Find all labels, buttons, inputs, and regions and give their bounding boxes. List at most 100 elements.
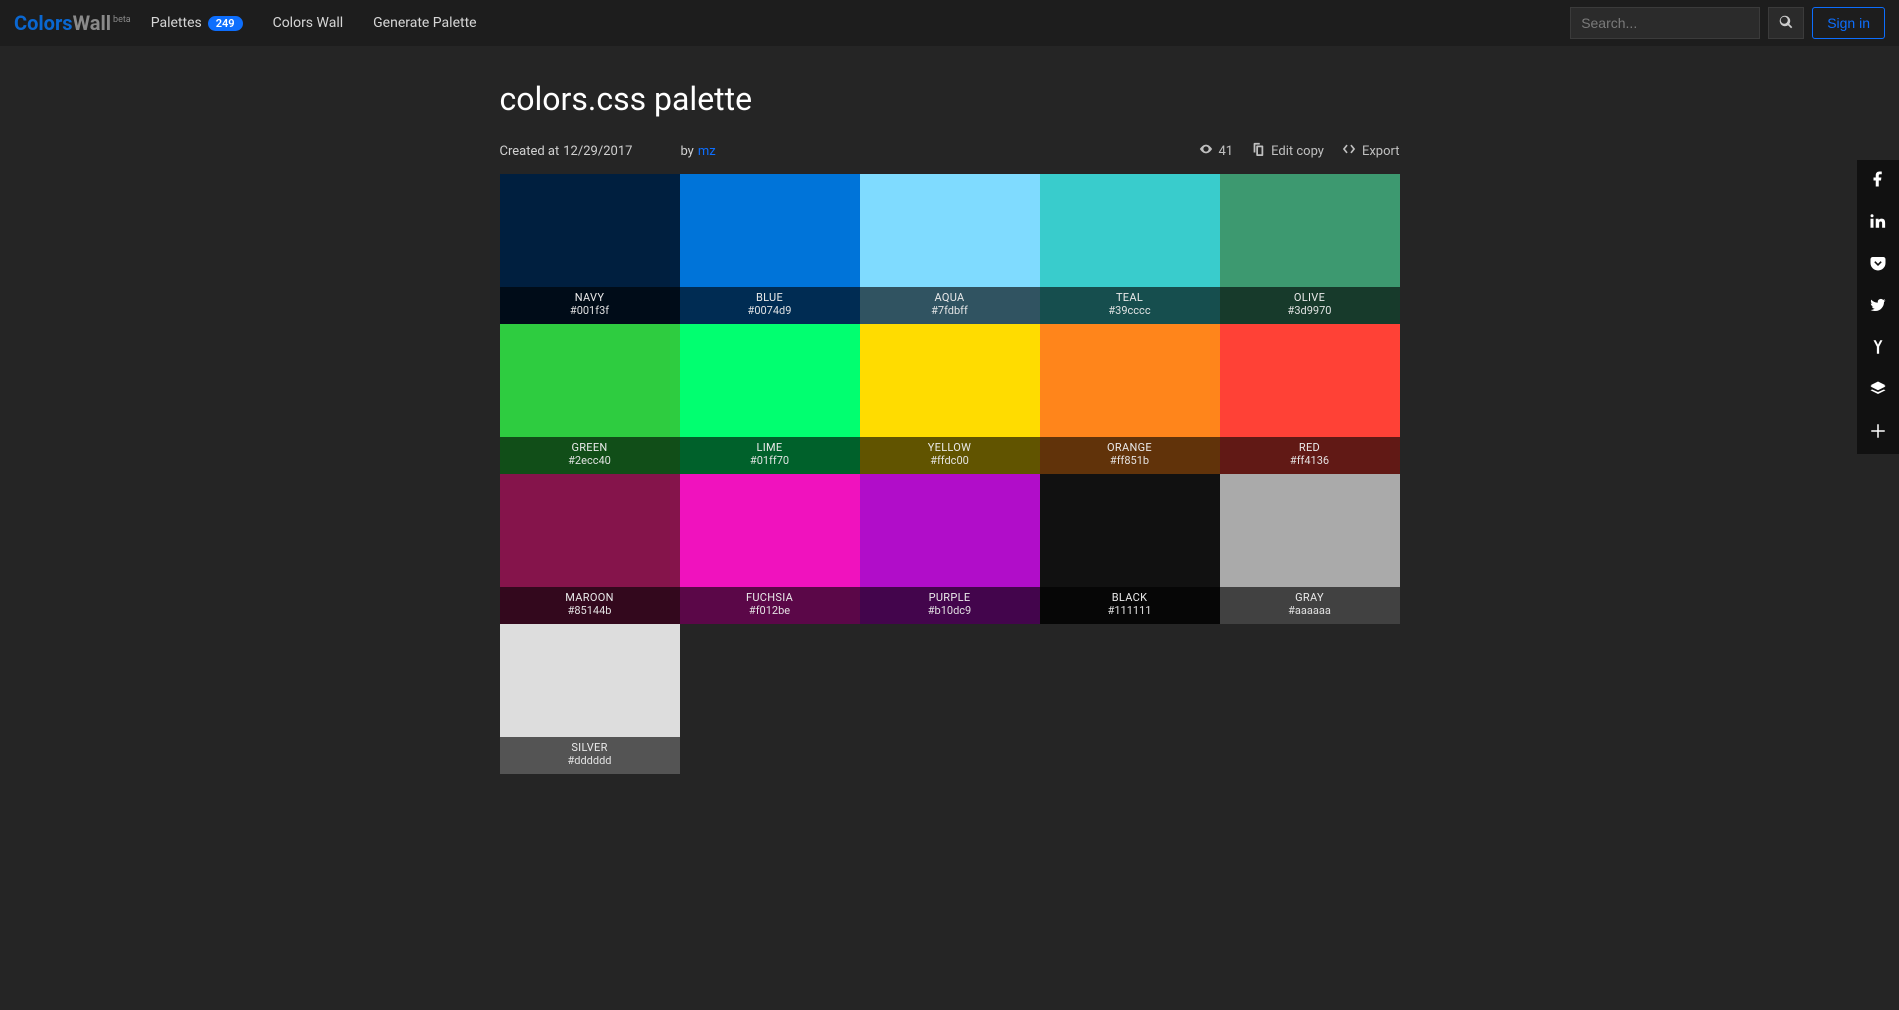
swatch-color (1040, 474, 1220, 587)
plus-icon (1869, 422, 1887, 444)
nav-links: Palettes 249 Colors Wall Generate Palett… (151, 15, 477, 31)
swatch-color (680, 324, 860, 437)
color-swatch[interactable]: OLIVE#3d9970 (1220, 174, 1400, 324)
color-swatch[interactable]: ORANGE#ff851b (1040, 324, 1220, 474)
linkedin-icon (1869, 212, 1887, 234)
meta-right: 41 Edit copy Export (1199, 142, 1400, 160)
swatch-hex: #39cccc (1108, 304, 1150, 318)
eye-icon (1199, 142, 1213, 160)
swatch-color (500, 624, 680, 737)
color-swatch[interactable]: NAVY#001f3f (500, 174, 680, 324)
twitter-icon (1869, 296, 1887, 318)
signin-button[interactable]: Sign in (1812, 7, 1885, 39)
color-swatch[interactable]: BLACK#111111 (1040, 474, 1220, 624)
swatch-name: NAVY (575, 291, 604, 305)
nav-colors-wall[interactable]: Colors Wall (273, 15, 344, 31)
created-at-label: Created at (500, 144, 560, 159)
logo[interactable]: ColorsWallbeta (14, 11, 131, 35)
color-swatch[interactable]: LIME#01ff70 (680, 324, 860, 474)
swatch-color (860, 174, 1040, 287)
swatch-info: GREEN#2ecc40 (500, 437, 680, 475)
share-rail (1857, 160, 1899, 454)
edit-copy-label: Edit copy (1271, 144, 1324, 159)
nav-palettes[interactable]: Palettes 249 (151, 15, 243, 31)
swatch-color (1220, 324, 1400, 437)
share-linkedin-button[interactable] (1857, 202, 1899, 244)
swatch-info: AQUA#7fdbff (860, 287, 1040, 325)
search-button[interactable] (1768, 7, 1804, 39)
code-icon (1342, 142, 1356, 160)
swatch-info: FUCHSIA#f012be (680, 587, 860, 625)
share-more-button[interactable] (1857, 412, 1899, 454)
edit-copy-button[interactable]: Edit copy (1251, 142, 1324, 160)
swatch-hex: #001f3f (570, 304, 609, 318)
swatch-name: OLIVE (1294, 291, 1325, 305)
palette-grid: NAVY#001f3fBLUE#0074d9AQUA#7fdbffTEAL#39… (500, 174, 1400, 774)
swatch-info: BLACK#111111 (1040, 587, 1220, 625)
swatch-hex: #ff851b (1110, 454, 1149, 468)
swatch-hex: #2ecc40 (568, 454, 611, 468)
swatch-color (1220, 174, 1400, 287)
nav-generate-palette[interactable]: Generate Palette (373, 15, 476, 31)
swatch-hex: #85144b (568, 604, 612, 618)
swatch-info: RED#ff4136 (1220, 437, 1400, 475)
swatch-info: LIME#01ff70 (680, 437, 860, 475)
swatch-name: BLACK (1112, 591, 1148, 605)
views-count: 41 (1199, 142, 1234, 160)
copy-icon (1251, 142, 1265, 160)
facebook-icon (1869, 170, 1887, 192)
color-swatch[interactable]: GRAY#aaaaaa (1220, 474, 1400, 624)
swatch-info: SILVER#dddddd (500, 737, 680, 775)
swatch-name: MAROON (565, 591, 613, 605)
swatch-info: YELLOW#ffdc00 (860, 437, 1040, 475)
logo-text-1: Colors (14, 11, 73, 35)
color-swatch[interactable]: AQUA#7fdbff (860, 174, 1040, 324)
swatch-color (1040, 324, 1220, 437)
export-label: Export (1362, 144, 1400, 159)
main-container: colors.css palette Created at 12/29/2017… (500, 80, 1400, 774)
pocket-icon (1869, 254, 1887, 276)
share-buffer-button[interactable] (1857, 370, 1899, 412)
color-swatch[interactable]: SILVER#dddddd (500, 624, 680, 774)
color-swatch[interactable]: GREEN#2ecc40 (500, 324, 680, 474)
swatch-info: OLIVE#3d9970 (1220, 287, 1400, 325)
swatch-color (500, 474, 680, 587)
color-swatch[interactable]: YELLOW#ffdc00 (860, 324, 1040, 474)
share-hackernews-button[interactable] (1857, 328, 1899, 370)
share-pocket-button[interactable] (1857, 244, 1899, 286)
swatch-name: LIME (757, 441, 783, 455)
swatch-info: MAROON#85144b (500, 587, 680, 625)
swatch-info: TEAL#39cccc (1040, 287, 1220, 325)
color-swatch[interactable]: MAROON#85144b (500, 474, 680, 624)
created-at-value: 12/29/2017 (563, 144, 632, 159)
nav-right: Sign in (1570, 7, 1885, 39)
swatch-hex: #01ff70 (750, 454, 789, 468)
color-swatch[interactable]: FUCHSIA#f012be (680, 474, 860, 624)
color-swatch[interactable]: TEAL#39cccc (1040, 174, 1220, 324)
share-twitter-button[interactable] (1857, 286, 1899, 328)
swatch-info: GRAY#aaaaaa (1220, 587, 1400, 625)
search-icon (1779, 15, 1793, 32)
search-input[interactable] (1570, 7, 1760, 39)
meta-bar: Created at 12/29/2017 by mz 41 Edit copy (500, 142, 1400, 174)
swatch-name: ORANGE (1107, 441, 1152, 455)
swatch-color (1040, 174, 1220, 287)
color-swatch[interactable]: PURPLE#b10dc9 (860, 474, 1040, 624)
export-button[interactable]: Export (1342, 142, 1400, 160)
swatch-hex: #3d9970 (1288, 304, 1332, 318)
by-label: by (680, 144, 693, 159)
views-value: 41 (1219, 144, 1234, 159)
share-facebook-button[interactable] (1857, 160, 1899, 202)
logo-text-2: Wall (73, 11, 111, 35)
swatch-color (680, 174, 860, 287)
author-link[interactable]: mz (698, 144, 716, 159)
swatch-hex: #ffdc00 (930, 454, 969, 468)
swatch-name: YELLOW (928, 441, 972, 455)
color-swatch[interactable]: RED#ff4136 (1220, 324, 1400, 474)
swatch-name: SILVER (571, 741, 607, 755)
color-swatch[interactable]: BLUE#0074d9 (680, 174, 860, 324)
swatch-hex: #0074d9 (748, 304, 792, 318)
swatch-hex: #7fdbff (931, 304, 968, 318)
swatch-hex: #b10dc9 (928, 604, 971, 618)
swatch-hex: #dddddd (568, 754, 612, 768)
